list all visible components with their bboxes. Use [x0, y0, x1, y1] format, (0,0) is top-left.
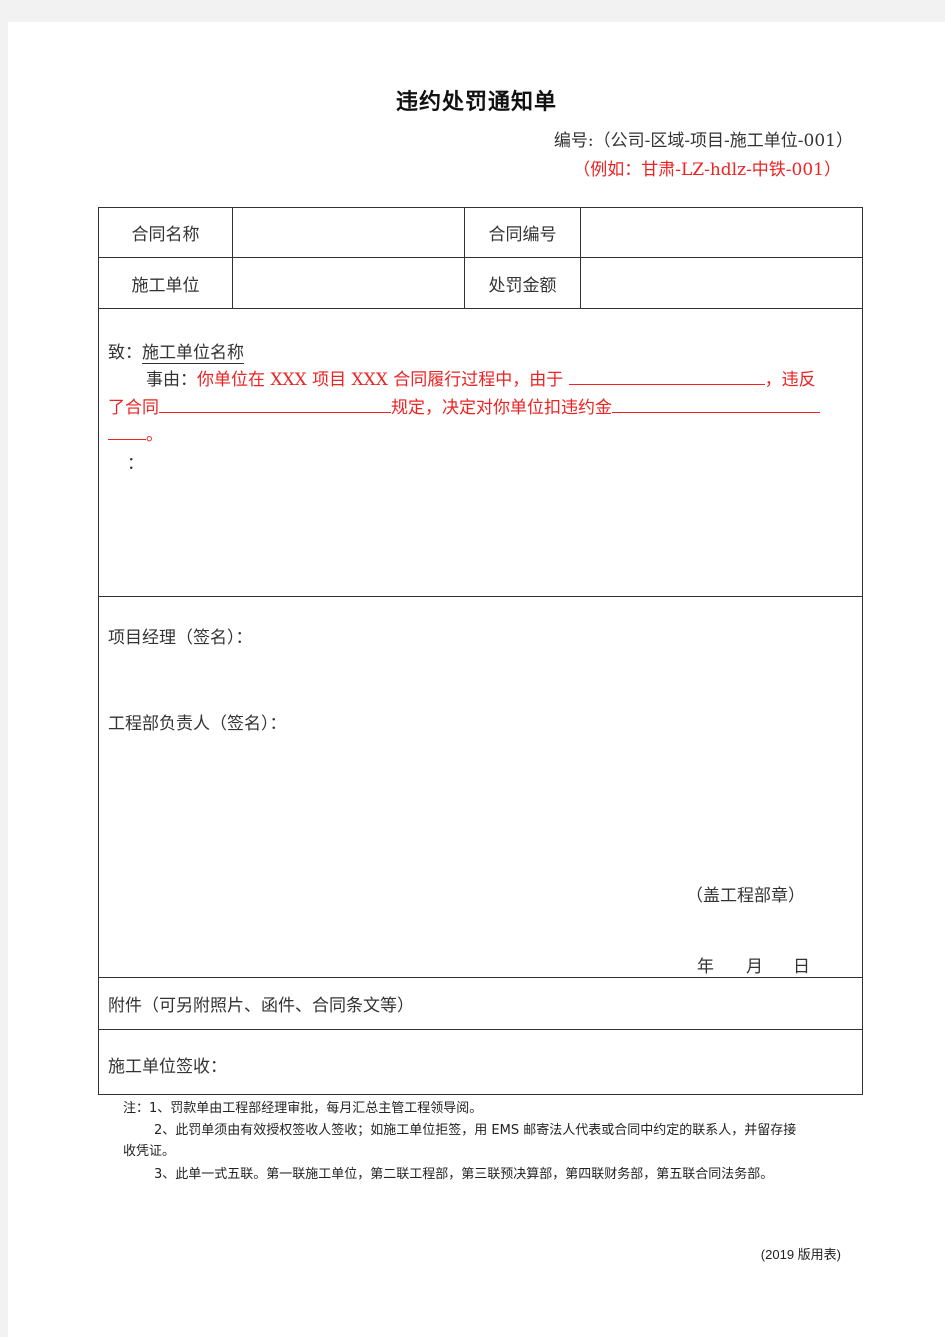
reason-text-1: 你单位在 XXX 项目 XXX 合同履行过程中，由于 — [197, 370, 564, 390]
attachment-section: 附件（可另附照片、函件、合同条文等） — [99, 978, 862, 1030]
project-manager-signature[interactable]: 项目经理（签名）： — [108, 623, 253, 648]
document-code-line: 编号:（公司-区域-项目-施工单位-001） — [553, 131, 853, 151]
reason-blank-clause[interactable] — [159, 396, 391, 413]
reason-blank-cause[interactable] — [568, 368, 765, 385]
note-2-continued: 收凭证。 — [123, 1144, 176, 1159]
version-label: (2019 版用表) — [760, 1247, 841, 1262]
contract-name-field[interactable] — [233, 208, 465, 257]
penalty-amount-field[interactable] — [581, 258, 862, 308]
attachment-label: 附件（可另附照片、函件、合同条文等） — [108, 996, 414, 1016]
colon-line: ： — [127, 454, 144, 474]
document-code-example: （例如：甘肃-LZ-hdlz-中铁-001） — [573, 160, 841, 180]
receipt-section: 施工单位签收： — [99, 1030, 862, 1094]
reason-text-4: 规定，决定对你单位扣违约金 — [391, 398, 612, 418]
department-seal-label: （盖工程部章） — [686, 886, 805, 906]
note-3: 3、此单一式五联。第一联施工单位，第二联工程部，第三联预决算部，第四联财务部，第… — [154, 1167, 774, 1182]
recipient-name[interactable]: 施工单位名称 — [142, 343, 244, 364]
contract-name-label: 合同名称 — [99, 208, 233, 257]
contractor-label: 施工单位 — [99, 258, 233, 308]
notice-form: 合同名称 合同编号 施工单位 处罚金额 致：施工单位名称 事由：你单位在 XXX… — [98, 207, 863, 1095]
to-label: 致： — [108, 343, 142, 363]
document-title: 违约处罚通知单 — [395, 89, 557, 115]
reason-label: 事由： — [146, 370, 197, 390]
contract-number-field[interactable] — [581, 208, 862, 257]
reason-text-2: ，违反 — [764, 370, 816, 390]
contractor-receipt-signature[interactable]: 施工单位签收： — [108, 1052, 227, 1077]
reason-line-3: 。 — [108, 420, 163, 445]
note-2: 2、此罚单须由有效授权签收人签收；如施工单位拒签，用 EMS 邮寄法人代表或合同… — [154, 1123, 797, 1138]
date-year: 年 — [697, 957, 714, 977]
reason-end: 。 — [146, 425, 163, 445]
signature-section: 项目经理（签名）： 工程部负责人（签名）： （盖工程部章） 年 月 日 — [99, 597, 862, 978]
recipient-line: 致：施工单位名称 — [108, 338, 244, 364]
reason-line-1: 事由：你单位在 XXX 项目 XXX 合同履行过程中，由于 ，违反 — [146, 365, 816, 390]
header-row-contractor: 施工单位 处罚金额 — [99, 258, 862, 309]
reason-line-2: 了合同 规定，决定对你单位扣违约金 — [108, 393, 820, 418]
contract-number-label: 合同编号 — [465, 208, 581, 257]
reason-blank-amount-cont[interactable] — [108, 423, 146, 440]
header-row-contract: 合同名称 合同编号 — [99, 208, 862, 258]
notice-body-section: 致：施工单位名称 事由：你单位在 XXX 项目 XXX 合同履行过程中，由于 ，… — [99, 309, 862, 597]
engineering-head-signature[interactable]: 工程部负责人（签名）： — [108, 709, 287, 734]
date-month: 月 — [746, 957, 763, 977]
reason-text-3: 了合同 — [108, 398, 159, 418]
date-day: 日 — [793, 957, 810, 977]
penalty-amount-label: 处罚金额 — [465, 258, 581, 308]
document-page: 违约处罚通知单 编号:（公司-区域-项目-施工单位-001） （例如：甘肃-LZ… — [8, 22, 945, 1337]
contractor-field[interactable] — [233, 258, 465, 308]
reason-blank-amount[interactable] — [612, 396, 820, 413]
note-1: 注：1、罚款单由工程部经理审批，每月汇总主管工程领导阅。 — [123, 1101, 483, 1116]
